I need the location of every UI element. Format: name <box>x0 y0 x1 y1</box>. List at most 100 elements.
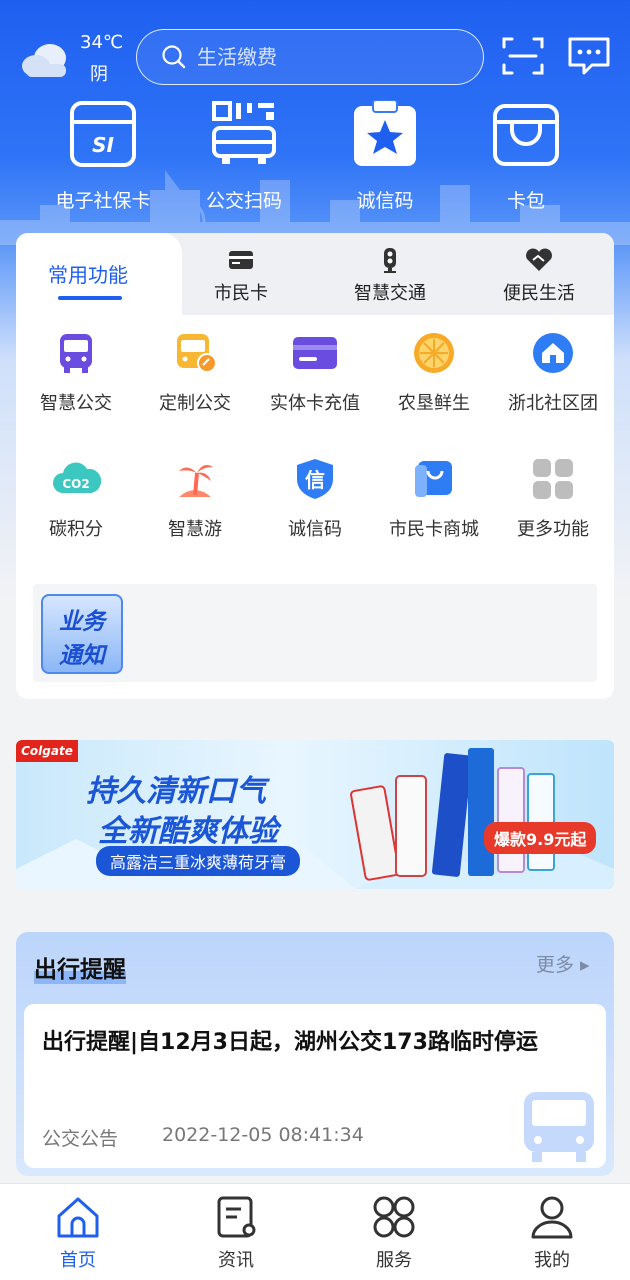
carbon-cloud-icon: CO2 <box>53 462 101 493</box>
function-tabs: 常用功能 市民卡 智慧交通 便民生活 <box>16 233 614 315</box>
tab-convenient-life[interactable]: 便民生活 <box>464 247 614 305</box>
community-icon <box>533 333 573 373</box>
tab-common-functions[interactable]: 常用功能 <box>16 233 182 315</box>
cloud-icon <box>22 44 66 77</box>
card-wallet-icon <box>493 104 559 166</box>
tab-label: 智慧交通 <box>354 283 426 304</box>
services-icon <box>373 1196 415 1238</box>
orange-icon <box>414 333 454 373</box>
traffic-light-icon <box>384 248 396 273</box>
function-credit-code[interactable]: 信 诚信码 <box>255 457 375 557</box>
function-label: 市民卡商城 <box>389 519 479 540</box>
toothpaste-products-image <box>350 748 555 881</box>
shopping-bag-icon <box>415 461 452 497</box>
bus-scan-icon <box>212 101 276 164</box>
functions-card: 常用功能 市民卡 智慧交通 便民生活 智慧公交 定制公交 实体卡充值 农垦鲜生 … <box>16 233 614 699</box>
function-smart-travel[interactable]: 智慧游 <box>135 457 255 557</box>
ad-banner[interactable]: Colgate 持久清新口气 全新酷爽体验 高露洁三重冰爽薄荷牙膏 爆款9.9元… <box>16 740 614 889</box>
quick-action-credit-code[interactable]: 诚信码 <box>320 100 450 220</box>
news-headline: 出行提醒|自12月3日起，湖州公交173路临时停运 <box>42 1030 538 1055</box>
tab-citizen-card[interactable]: 市民卡 <box>166 247 316 305</box>
badge-line2: 通知 <box>59 643 105 669</box>
tab-smart-traffic[interactable]: 智慧交通 <box>315 247 465 305</box>
palm-tree-icon <box>179 465 213 497</box>
search-input[interactable] <box>197 42 457 72</box>
bottom-navigation: 首页 资讯 服务 我的 <box>0 1183 630 1280</box>
bus-icon <box>60 334 92 373</box>
nav-news[interactable]: 资讯 <box>176 1194 296 1272</box>
quick-action-bus-scan[interactable]: 公交扫码 <box>179 100 309 220</box>
travel-reminder-card: 出行提醒 更多 ▸ 出行提醒|自12月3日起，湖州公交173路临时停运 公交公告… <box>16 932 614 1176</box>
nav-home[interactable]: 首页 <box>18 1194 138 1272</box>
function-label: 更多功能 <box>517 519 589 540</box>
business-notice-badge: 业务 通知 <box>41 594 123 674</box>
function-custom-bus[interactable]: 定制公交 <box>135 331 255 431</box>
social-security-card-icon: SI <box>70 101 136 167</box>
brand-logo: Colgate <box>16 740 78 762</box>
function-carbon-points[interactable]: CO2 碳积分 <box>16 457 136 557</box>
nav-label: 我的 <box>534 1250 570 1271</box>
news-icon <box>217 1196 256 1238</box>
credit-shield-icon: 信 <box>297 459 333 499</box>
nav-profile[interactable]: 我的 <box>492 1194 612 1272</box>
weather-widget[interactable]: 34℃ 阴 <box>20 30 130 90</box>
home-icon <box>57 1197 99 1238</box>
function-label: 碳积分 <box>49 519 103 540</box>
function-label: 定制公交 <box>159 393 231 414</box>
function-label: 浙北社区团 <box>508 393 598 414</box>
function-label: 诚信码 <box>288 519 342 540</box>
function-zhebei-community[interactable]: 浙北社区团 <box>493 331 613 431</box>
function-nongken-fresh[interactable]: 农垦鲜生 <box>374 331 494 431</box>
business-notice-bar[interactable]: 业务 通知 <box>33 584 597 682</box>
ad-headline-1: 持久清新口气 <box>86 774 266 809</box>
search-icon <box>162 45 186 69</box>
news-timestamp: 2022-12-05 08:41:34 <box>162 1124 364 1146</box>
ad-headline-2: 全新酷爽体验 <box>98 814 278 849</box>
custom-bus-icon <box>177 334 217 373</box>
function-label: 智慧游 <box>168 519 222 540</box>
citizen-card-icon <box>229 251 253 269</box>
ad-subline: 高露洁三重冰爽薄荷牙膏 <box>96 846 301 876</box>
svg-text:信: 信 <box>305 468 325 492</box>
badge-line1: 业务 <box>59 609 105 635</box>
function-label: 农垦鲜生 <box>398 393 470 414</box>
nav-label: 服务 <box>376 1250 412 1271</box>
more-link[interactable]: 更多 ▸ <box>536 950 590 977</box>
quick-action-card-wallet[interactable]: 卡包 <box>461 100 591 220</box>
svg-text:SI: SI <box>92 133 114 157</box>
card-recharge-icon <box>293 337 337 369</box>
bus-watermark-icon <box>524 1092 594 1162</box>
function-card-recharge[interactable]: 实体卡充值 <box>255 331 375 431</box>
scan-icon[interactable] <box>500 33 546 79</box>
handshake-icon <box>526 248 552 271</box>
function-more[interactable]: 更多功能 <box>493 457 613 557</box>
search-bar[interactable] <box>136 29 484 85</box>
function-citizen-card-mall[interactable]: 市民卡商城 <box>374 457 494 557</box>
nav-label: 资讯 <box>218 1250 254 1271</box>
more-grid-icon <box>533 459 573 499</box>
quick-action-social-security-card[interactable]: SI 电子社保卡 <box>38 100 168 220</box>
quick-action-label: 卡包 <box>506 190 545 212</box>
section-title: 出行提醒 <box>34 950 126 984</box>
temperature-text: 34℃ <box>80 32 124 53</box>
svg-text:CO2: CO2 <box>62 477 89 491</box>
news-item[interactable]: 出行提醒|自12月3日起，湖州公交173路临时停运 公交公告 2022-12-0… <box>24 1004 606 1168</box>
active-tab-indicator <box>58 296 122 300</box>
nav-services[interactable]: 服务 <box>334 1194 454 1272</box>
quick-action-label: 公交扫码 <box>205 190 282 212</box>
price-tag: 爆款9.9元起 <box>484 822 597 854</box>
function-label: 实体卡充值 <box>270 393 360 414</box>
function-label: 智慧公交 <box>40 393 112 414</box>
quick-action-label: 电子社保卡 <box>55 190 151 212</box>
news-category: 公交公告 <box>42 1128 119 1150</box>
tab-label: 市民卡 <box>214 283 268 304</box>
tab-label: 常用功能 <box>48 263 128 287</box>
quick-action-label: 诚信码 <box>356 190 414 212</box>
nav-label: 首页 <box>60 1250 96 1271</box>
function-smart-bus[interactable]: 智慧公交 <box>16 331 136 431</box>
message-icon[interactable] <box>566 33 612 79</box>
weather-condition-text: 阴 <box>90 64 108 85</box>
tab-label: 便民生活 <box>503 283 575 304</box>
credit-code-icon <box>354 100 416 166</box>
profile-icon <box>531 1196 573 1239</box>
